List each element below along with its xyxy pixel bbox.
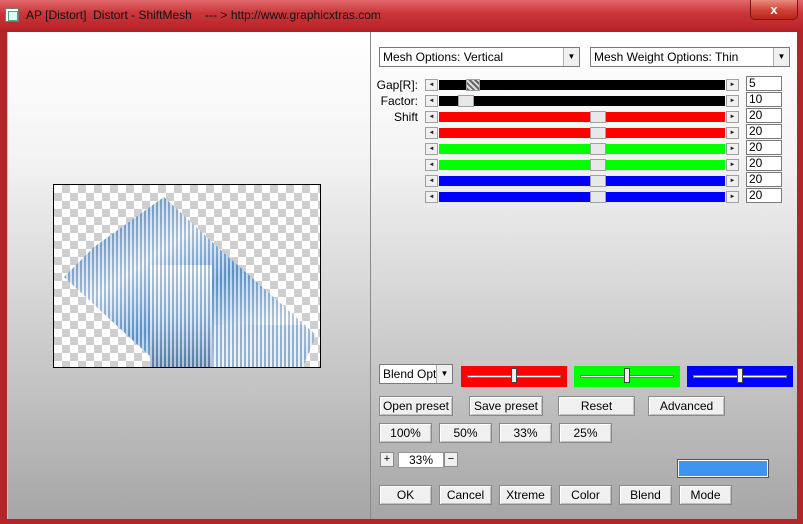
slider-thumb[interactable] xyxy=(590,191,606,203)
zoom-25-button[interactable]: 25% xyxy=(559,423,612,443)
scroll-right-arrow-icon[interactable]: ► xyxy=(726,143,739,155)
slider-track[interactable] xyxy=(439,96,725,106)
ok-button[interactable]: OK xyxy=(379,485,432,505)
slider-shift-green-2[interactable]: ◄ ► xyxy=(425,159,739,171)
zoom-in-button[interactable]: + xyxy=(380,452,394,467)
slider-shift-blue-1[interactable]: ◄ ► xyxy=(425,175,739,187)
slider-track[interactable] xyxy=(439,192,725,202)
blend-options-select[interactable]: Blend Optio ▼ xyxy=(379,364,453,384)
slider-value-field-shift-green-1[interactable]: 20 xyxy=(746,140,782,155)
slider-factor[interactable]: ◄ ► xyxy=(425,95,739,107)
slider-track[interactable] xyxy=(439,160,725,170)
slider-value-field-shift-green-2[interactable]: 20 xyxy=(746,156,782,171)
slider-gap[interactable]: ◄ ► xyxy=(425,79,739,91)
slider-value-field-gap[interactable]: 5 xyxy=(746,76,782,91)
scroll-right-arrow-icon[interactable]: ► xyxy=(726,95,739,107)
mode-button[interactable]: Mode xyxy=(679,485,732,505)
slider-shift-blue-2[interactable]: ◄ ► xyxy=(425,191,739,203)
scroll-left-arrow-icon[interactable]: ◄ xyxy=(425,79,438,91)
blend-button[interactable]: Blend xyxy=(619,485,672,505)
slider-track[interactable] xyxy=(439,80,725,90)
scroll-left-arrow-icon[interactable]: ◄ xyxy=(425,95,438,107)
scroll-right-arrow-icon[interactable]: ► xyxy=(726,175,739,187)
preview-canvas[interactable] xyxy=(53,184,321,368)
chevron-down-icon[interactable]: ▼ xyxy=(773,48,789,66)
chevron-down-icon[interactable]: ▼ xyxy=(563,48,579,66)
slider-shift-red-1[interactable]: ◄ ► xyxy=(425,111,739,123)
slider-track[interactable] xyxy=(439,176,725,186)
scroll-right-arrow-icon[interactable]: ► xyxy=(726,111,739,123)
blend-blue-slider[interactable] xyxy=(687,366,793,387)
zoom-level-field[interactable]: 33% xyxy=(398,452,444,468)
scroll-left-arrow-icon[interactable]: ◄ xyxy=(425,175,438,187)
close-button[interactable]: x xyxy=(750,0,798,20)
color-swatch[interactable] xyxy=(677,459,769,478)
slider-thumb[interactable] xyxy=(590,159,606,171)
app-icon xyxy=(5,8,19,22)
slider-shift-red-2[interactable]: ◄ ► xyxy=(425,127,739,139)
scroll-right-arrow-icon[interactable]: ► xyxy=(726,127,739,139)
slider-value-field-shift-red-2[interactable]: 20 xyxy=(746,124,782,139)
mesh-options-value: Mesh Options: Vertical xyxy=(383,50,504,64)
chevron-down-icon[interactable]: ▼ xyxy=(436,365,452,383)
zoom-out-button[interactable]: − xyxy=(444,452,458,467)
slider-thumb[interactable] xyxy=(590,111,606,123)
mesh-options-select[interactable]: Mesh Options: Vertical ▼ xyxy=(379,47,580,67)
mesh-weight-value: Mesh Weight Options: Thin xyxy=(594,50,739,64)
blend-slider-thumb[interactable] xyxy=(624,368,630,383)
slider-value-field-shift-blue-1[interactable]: 20 xyxy=(746,172,782,187)
preview-image xyxy=(64,197,316,367)
slider-value-field-shift-red-1[interactable]: 20 xyxy=(746,108,782,123)
save-preset-button[interactable]: Save preset xyxy=(469,396,543,416)
zoom-100-button[interactable]: 100% xyxy=(379,423,432,443)
scroll-left-arrow-icon[interactable]: ◄ xyxy=(425,127,438,139)
scroll-right-arrow-icon[interactable]: ► xyxy=(726,79,739,91)
blend-green-slider[interactable] xyxy=(574,366,680,387)
slider-track[interactable] xyxy=(439,144,725,154)
cancel-button[interactable]: Cancel xyxy=(439,485,492,505)
advanced-button[interactable]: Advanced xyxy=(648,396,725,416)
scroll-right-arrow-icon[interactable]: ► xyxy=(726,159,739,171)
scroll-left-arrow-icon[interactable]: ◄ xyxy=(425,143,438,155)
slider-shift-green-1[interactable]: ◄ ► xyxy=(425,143,739,155)
title-bar: AP [Distort] Distort - ShiftMesh --- > h… xyxy=(0,0,803,32)
slider-value-field-factor[interactable]: 10 xyxy=(746,92,782,107)
scroll-left-arrow-icon[interactable]: ◄ xyxy=(425,111,438,123)
scroll-left-arrow-icon[interactable]: ◄ xyxy=(425,159,438,171)
zoom-50-button[interactable]: 50% xyxy=(439,423,492,443)
mesh-weight-select[interactable]: Mesh Weight Options: Thin ▼ xyxy=(590,47,790,67)
scroll-left-arrow-icon[interactable]: ◄ xyxy=(425,191,438,203)
slider-track[interactable] xyxy=(439,112,725,122)
window-title: AP [Distort] Distort - ShiftMesh --- > h… xyxy=(26,8,381,22)
gap-label: Gap[R]: xyxy=(376,78,418,92)
slider-track[interactable] xyxy=(439,128,725,138)
zoom-33-button[interactable]: 33% xyxy=(499,423,552,443)
scroll-right-arrow-icon[interactable]: ► xyxy=(726,191,739,203)
blend-slider-thumb[interactable] xyxy=(737,368,743,383)
factor-label: Factor: xyxy=(380,94,418,108)
blend-red-slider[interactable] xyxy=(461,366,567,387)
slider-thumb[interactable] xyxy=(590,175,606,187)
slider-thumb[interactable] xyxy=(590,143,606,155)
slider-thumb[interactable] xyxy=(466,79,480,91)
slider-thumb[interactable] xyxy=(458,95,474,107)
reset-button[interactable]: Reset xyxy=(558,396,635,416)
color-button[interactable]: Color xyxy=(559,485,612,505)
xtreme-button[interactable]: Xtreme xyxy=(499,485,552,505)
open-preset-button[interactable]: Open preset xyxy=(379,396,453,416)
panel-divider xyxy=(370,32,371,519)
shift-label: Shift xyxy=(393,110,418,124)
slider-thumb[interactable] xyxy=(590,127,606,139)
slider-value-field-shift-blue-2[interactable]: 20 xyxy=(746,188,782,203)
blend-slider-thumb[interactable] xyxy=(511,368,517,383)
